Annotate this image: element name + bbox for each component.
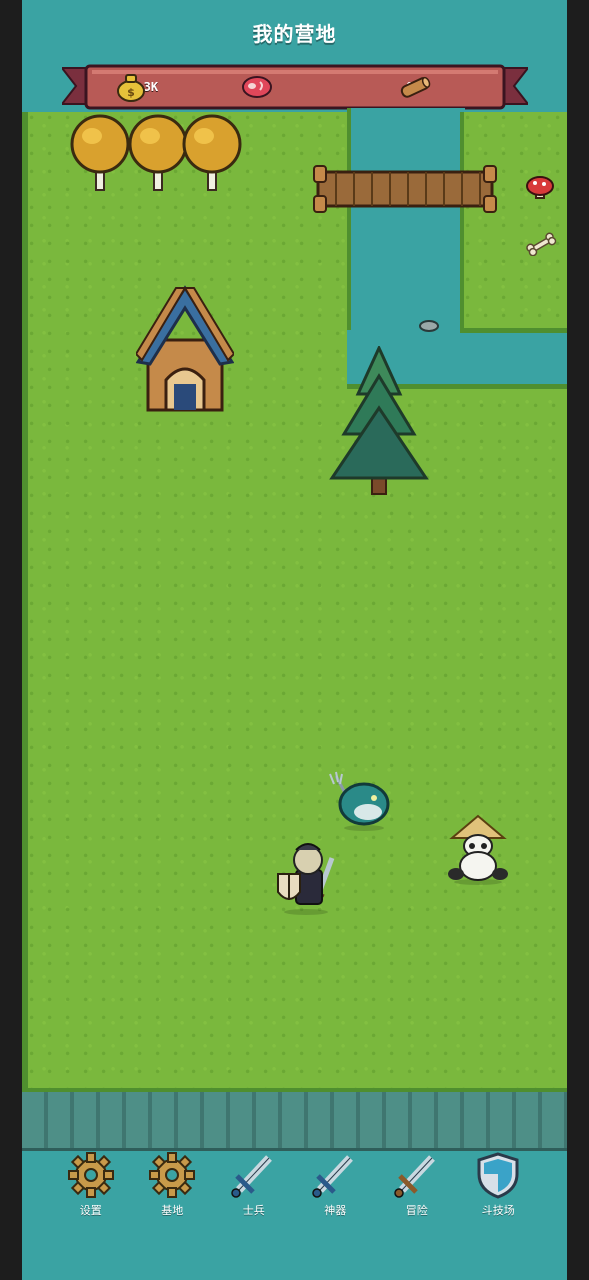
- knight-hero[interactable]: [270, 840, 342, 916]
- house[interactable]: [136, 284, 234, 414]
- nav-arena-label: 斗技场: [481, 1204, 515, 1217]
- meat-resource: 0: [240, 72, 272, 102]
- game-viewport[interactable]: 我的营地 $ 23.3K 0: [22, 0, 567, 1280]
- crossed-swords-icon: [312, 1155, 354, 1198]
- nav-base[interactable]: 基地: [137, 1150, 207, 1240]
- resource-banner: $ 23.3K 0 0: [62, 64, 528, 110]
- meat-icon: [242, 76, 272, 98]
- mushroom[interactable]: [525, 172, 555, 202]
- gear-icon: [67, 1152, 114, 1198]
- panda-monk[interactable]: [442, 814, 514, 886]
- bone[interactable]: [525, 232, 557, 256]
- wood-log-icon: [400, 76, 431, 98]
- wooden-bridge[interactable]: [312, 164, 498, 214]
- grass-island[interactable]: [460, 112, 567, 333]
- bottom-nav: 设置 基地 士兵 神器 冒险 斗技场: [22, 1150, 567, 1240]
- nav-adventure-label: 冒险: [405, 1204, 428, 1217]
- wood-resource: 0: [398, 72, 431, 102]
- money-bag-icon: $: [117, 74, 145, 102]
- shield-icon: [477, 1152, 519, 1199]
- nav-settings[interactable]: 设置: [56, 1150, 126, 1240]
- nav-arena[interactable]: 斗技场: [463, 1150, 533, 1240]
- nav-artifacts-label: 神器: [324, 1204, 347, 1217]
- nav-settings-label: 设置: [79, 1204, 102, 1217]
- nav-soldiers-label: 士兵: [242, 1204, 265, 1217]
- fish-warrior[interactable]: [324, 770, 394, 832]
- autumn-tree: [182, 114, 242, 191]
- stone-cliff: [22, 1088, 567, 1151]
- nav-base-label: 基地: [161, 1204, 184, 1217]
- gear-icon: [149, 1152, 196, 1198]
- svg-text:$: $: [127, 86, 135, 99]
- crossed-swords-icon: [231, 1155, 272, 1198]
- nav-adventure[interactable]: 冒险: [382, 1150, 452, 1240]
- autumn-tree: [70, 114, 130, 191]
- gold-resource: $ 23.3K: [114, 72, 158, 102]
- page-title: 我的营地: [252, 22, 337, 46]
- rock: [419, 320, 439, 332]
- crossed-swords-icon: [394, 1155, 435, 1198]
- pine-tree: [329, 346, 429, 495]
- nav-soldiers[interactable]: 士兵: [219, 1150, 289, 1240]
- nav-artifacts[interactable]: 神器: [300, 1150, 370, 1240]
